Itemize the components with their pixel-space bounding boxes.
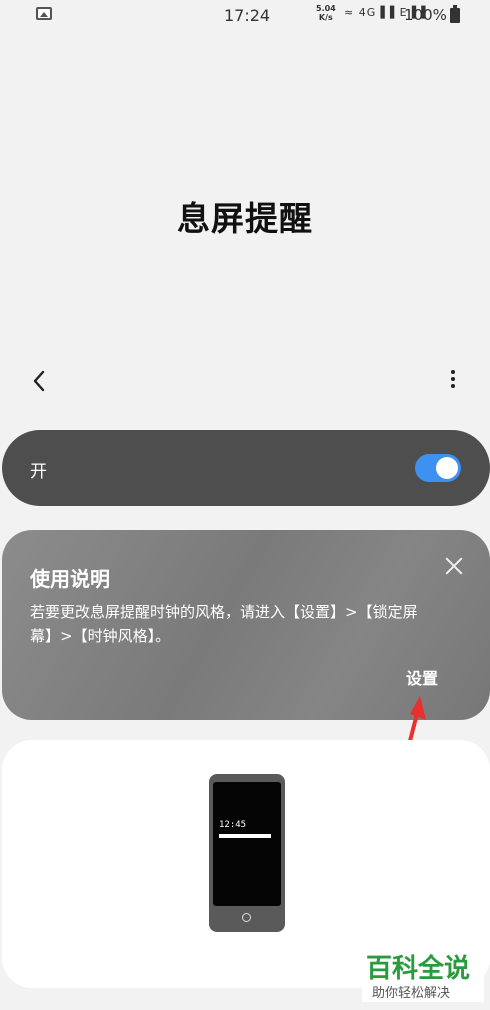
status-bar: 17:24 5.04 K/s ≈ 4G▐▐ E▐▐ 100% bbox=[0, 0, 490, 32]
page-title: 息屏提醒 bbox=[177, 199, 313, 238]
watermark-main: 百科全说 bbox=[366, 954, 471, 984]
back-button[interactable] bbox=[28, 366, 52, 396]
battery-icon bbox=[450, 5, 460, 23]
close-icon[interactable] bbox=[442, 554, 466, 578]
toggle-knob bbox=[436, 457, 458, 479]
phone-screen: 12:45 bbox=[213, 782, 281, 906]
network-speed-unit: K/s bbox=[318, 13, 333, 22]
back-arrow-icon bbox=[33, 370, 45, 392]
watermark-sub: 助你轻松解决 bbox=[372, 986, 451, 1001]
phone-illustration: 12:45 bbox=[209, 774, 285, 932]
watermark-logo: 百科全说 助你轻松解决 bbox=[362, 948, 484, 1002]
network-speed: 5.04 K/s bbox=[316, 4, 336, 22]
info-card-text: 若要更改息屏提醒时钟的风格，请进入【设置】>【锁定屏幕】>【时钟风格】。 bbox=[30, 603, 418, 645]
more-options-icon bbox=[451, 370, 455, 374]
switch-label: 开 bbox=[30, 462, 47, 482]
master-switch-row[interactable]: 开 bbox=[2, 430, 490, 506]
settings-button[interactable]: 设置 bbox=[406, 665, 438, 689]
info-card-title: 使用说明 bbox=[30, 567, 110, 591]
preview-clock-bar bbox=[219, 834, 271, 838]
toggle-switch[interactable] bbox=[415, 454, 461, 482]
home-button-icon bbox=[242, 913, 251, 922]
more-options-button[interactable] bbox=[443, 370, 463, 394]
status-time: 17:24 bbox=[224, 6, 271, 25]
battery-percent: 100% bbox=[404, 6, 447, 24]
preview-clock: 12:45 bbox=[219, 820, 247, 830]
gallery-notification-icon bbox=[36, 7, 52, 20]
network-speed-value: 5.04 bbox=[316, 4, 336, 13]
